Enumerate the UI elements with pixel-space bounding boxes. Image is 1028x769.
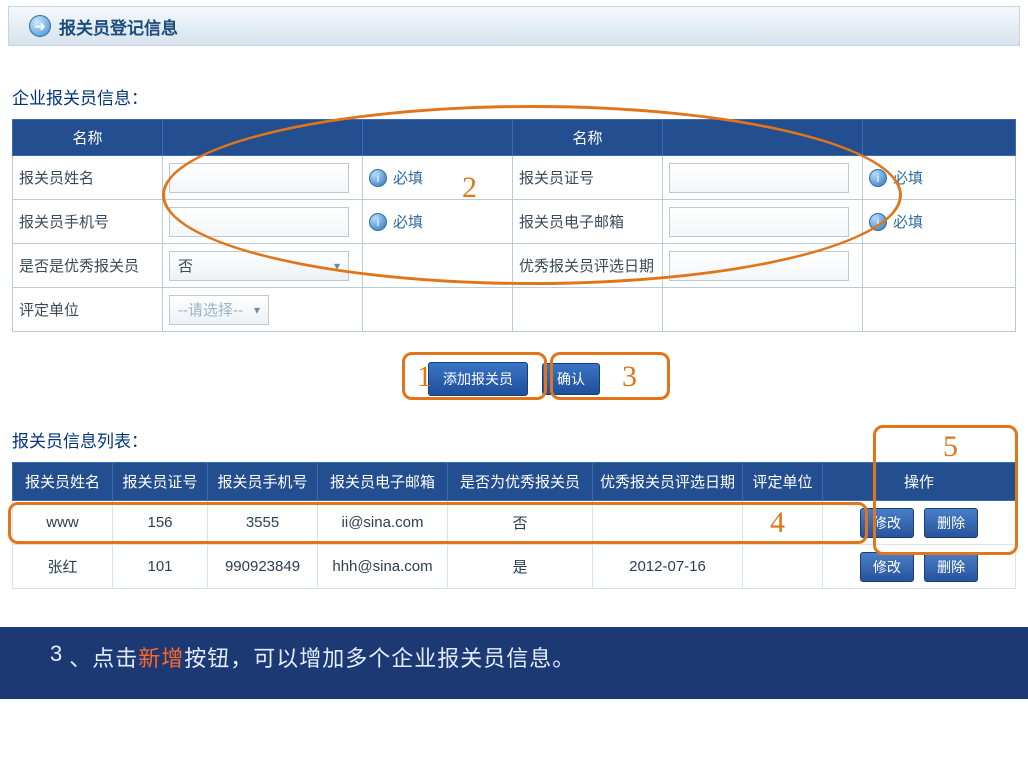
cell-email: ii@sina.com bbox=[318, 501, 448, 545]
select-is-excellent[interactable]: 否 ▾ bbox=[169, 251, 349, 281]
label-phone: 报关员手机号 bbox=[13, 200, 163, 244]
cell-excellent: 是 bbox=[448, 545, 593, 589]
form-wrapper: 名称 名称 报关员姓名 i必填 报关员证号 i必填 报关员手机号 i必填 bbox=[12, 119, 1016, 332]
cell-name: www bbox=[13, 501, 113, 545]
delete-button[interactable]: 删除 bbox=[924, 508, 978, 538]
input-phone[interactable] bbox=[169, 207, 349, 237]
label-cert-no: 报关员证号 bbox=[513, 156, 663, 200]
label-is-excellent: 是否是优秀报关员 bbox=[13, 244, 163, 288]
select-assess-unit[interactable]: --请选择-- ▾ bbox=[169, 295, 269, 325]
label-email: 报关员电子邮箱 bbox=[513, 200, 663, 244]
list-table: 报关员姓名 报关员证号 报关员手机号 报关员电子邮箱 是否为优秀报关员 优秀报关… bbox=[12, 462, 1016, 589]
info-icon: i bbox=[369, 169, 387, 187]
add-declarant-button[interactable]: 添加报关员 bbox=[428, 362, 528, 396]
info-icon: i bbox=[369, 213, 387, 231]
col-cert: 报关员证号 bbox=[113, 463, 208, 501]
input-declarant-name[interactable] bbox=[169, 163, 349, 193]
instruction-footer: 3 、点击 新增 按钮，可以增加多个企业报关员信息。 bbox=[0, 627, 1028, 699]
col-award-date: 优秀报关员评选日期 bbox=[593, 463, 743, 501]
cell-phone: 990923849 bbox=[208, 545, 318, 589]
footer-number: 3 bbox=[50, 641, 63, 667]
chevron-down-icon: ▾ bbox=[334, 259, 340, 273]
input-award-date[interactable] bbox=[669, 251, 849, 281]
footer-post: 按钮，可以增加多个企业报关员信息。 bbox=[184, 641, 575, 673]
edit-button[interactable]: 修改 bbox=[860, 508, 914, 538]
required-indicator: i必填 bbox=[869, 211, 923, 232]
label-declarant-name: 报关员姓名 bbox=[13, 156, 163, 200]
form-header-blank-3 bbox=[663, 120, 863, 156]
col-name: 报关员姓名 bbox=[13, 463, 113, 501]
page-title: 报关员登记信息 bbox=[59, 14, 178, 39]
cell-cert: 101 bbox=[113, 545, 208, 589]
form-section-title: 企业报关员信息： bbox=[12, 84, 1016, 109]
label-assess-unit: 评定单位 bbox=[13, 288, 163, 332]
select-is-excellent-value: 否 bbox=[178, 255, 193, 276]
cell-excellent: 否 bbox=[448, 501, 593, 545]
col-phone: 报关员手机号 bbox=[208, 463, 318, 501]
cell-unit bbox=[743, 501, 823, 545]
footer-pre: 、点击 bbox=[69, 641, 138, 673]
cell-name: 张红 bbox=[13, 545, 113, 589]
col-excellent: 是否为优秀报关员 bbox=[448, 463, 593, 501]
list-section-title: 报关员信息列表： bbox=[12, 427, 1016, 452]
delete-button[interactable]: 删除 bbox=[924, 552, 978, 582]
info-icon: i bbox=[869, 169, 887, 187]
required-indicator: i必填 bbox=[869, 167, 923, 188]
form-header-name-right: 名称 bbox=[513, 120, 663, 156]
cell-unit bbox=[743, 545, 823, 589]
footer-keyword: 新增 bbox=[138, 641, 184, 673]
cell-award-date bbox=[593, 501, 743, 545]
cell-email: hhh@sina.com bbox=[318, 545, 448, 589]
cell-phone: 3555 bbox=[208, 501, 318, 545]
col-ops: 操作 bbox=[823, 463, 1016, 501]
table-row: 张红 101 990923849 hhh@sina.com 是 2012-07-… bbox=[13, 545, 1016, 589]
cell-cert: 156 bbox=[113, 501, 208, 545]
button-row: 添加报关员 确认 1 3 bbox=[12, 350, 1016, 405]
confirm-button[interactable]: 确认 bbox=[542, 363, 600, 395]
form-header-blank-2 bbox=[363, 120, 513, 156]
required-indicator: i必填 bbox=[369, 211, 423, 232]
form-header-blank-1 bbox=[163, 120, 363, 156]
table-row: www 156 3555 ii@sina.com 否 修改 删除 bbox=[13, 501, 1016, 545]
label-award-date: 优秀报关员评选日期 bbox=[513, 244, 663, 288]
edit-button[interactable]: 修改 bbox=[860, 552, 914, 582]
input-email[interactable] bbox=[669, 207, 849, 237]
col-unit: 评定单位 bbox=[743, 463, 823, 501]
form-table: 名称 名称 报关员姓名 i必填 报关员证号 i必填 报关员手机号 i必填 bbox=[12, 119, 1016, 332]
select-assess-unit-placeholder: --请选择-- bbox=[178, 299, 243, 320]
title-bar: ➜ 报关员登记信息 bbox=[8, 6, 1020, 46]
input-cert-no[interactable] bbox=[669, 163, 849, 193]
arrow-circle-icon: ➜ bbox=[29, 15, 51, 37]
form-header-blank-4 bbox=[863, 120, 1016, 156]
required-indicator: i必填 bbox=[369, 167, 423, 188]
info-icon: i bbox=[869, 213, 887, 231]
cell-award-date: 2012-07-16 bbox=[593, 545, 743, 589]
list-wrapper: 报关员姓名 报关员证号 报关员手机号 报关员电子邮箱 是否为优秀报关员 优秀报关… bbox=[0, 462, 1028, 589]
col-email: 报关员电子邮箱 bbox=[318, 463, 448, 501]
chevron-down-icon: ▾ bbox=[254, 303, 260, 317]
form-header-name-left: 名称 bbox=[13, 120, 163, 156]
